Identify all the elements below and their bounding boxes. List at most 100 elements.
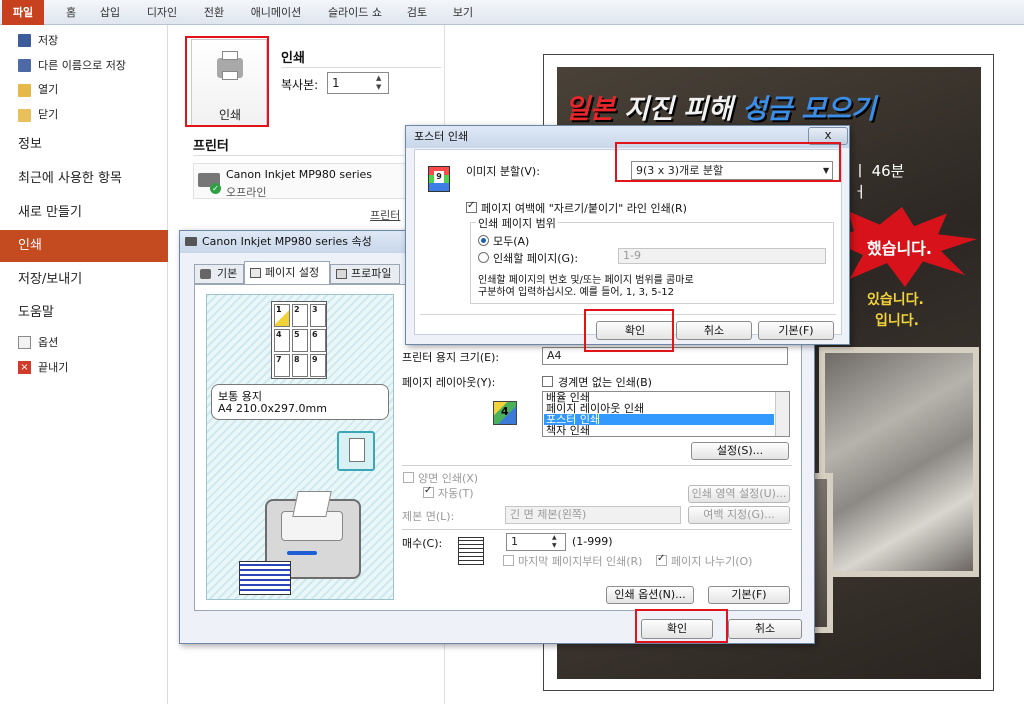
nav-help[interactable]: 도움말 (0, 297, 168, 329)
printer-dropdown[interactable]: ✓ Canon Inkjet MP980 series 오프라인 (193, 163, 433, 199)
slide-photo-right (819, 347, 979, 577)
poster-print-dialog: 포스터 인쇄 x 9 이미지 분할(V): 9(3 x 3)개로 분할 ▼ 페이… (405, 125, 850, 352)
dialog-copies-spinner[interactable]: ▲ ▼ (552, 534, 557, 550)
exit-icon: × (18, 361, 31, 374)
tab-file[interactable]: 파일 (2, 0, 44, 25)
properties-cancel-button[interactable]: 취소 (728, 619, 802, 639)
ribbon-tab-bar: 파일 홈 삽입 디자인 전환 애니메이션 슬라이드 쇼 검토 보기 (0, 0, 1024, 25)
highlight-print-button (185, 36, 269, 127)
reverse-order-checkbox[interactable] (503, 555, 514, 566)
cut-lines-checkbox[interactable] (466, 200, 477, 213)
nav-open[interactable]: 열기 (0, 79, 168, 101)
page-setup-defaults-button[interactable]: 기본(F) (708, 586, 790, 604)
nav-save-label: 저장 (38, 34, 59, 47)
nav-exit-label: 끝내기 (38, 361, 69, 374)
copies-spinner[interactable]: ▲ ▼ (376, 74, 381, 92)
tab-view[interactable]: 보기 (448, 0, 478, 25)
divider (402, 465, 792, 466)
nav-exit[interactable]: × 끝내기 (0, 357, 168, 379)
range-help-line2: 구분하여 입력하십시오. 예를 들어, 1, 3, 5-12 (478, 287, 675, 298)
split-label: 이미지 분할(V): (466, 165, 540, 178)
profile-tab-icon (336, 269, 347, 279)
page-layout-listbox[interactable]: 배율 인쇄 페이지 레이아웃 인쇄 포스터 인쇄 책자 인쇄 (542, 391, 790, 437)
collate-label: 페이지 나누기(O) (671, 555, 753, 568)
binding-side-select[interactable]: 긴 면 제본(왼쪽) (505, 506, 681, 524)
nav-close[interactable]: 닫기 (0, 104, 168, 126)
slide-title-part1: 일본 (565, 94, 615, 125)
nav-save-send[interactable]: 저장/보내기 (0, 264, 168, 296)
poster-cancel-button[interactable]: 취소 (676, 321, 752, 340)
dialog-copies-label: 매수(C): (402, 537, 443, 550)
tab-transitions[interactable]: 전환 (196, 0, 232, 25)
paper-info-box: 보통 용지 A4 210.0x297.0mm (211, 384, 389, 420)
printer-properties-link[interactable]: 프린터 (370, 207, 400, 223)
print-area-button[interactable]: 인쇄 영역 설정(U)... (688, 485, 790, 503)
paper-size: A4 210.0x297.0mm (218, 402, 327, 415)
tab-profile[interactable]: 프로파일 (330, 264, 400, 284)
range-pages-input[interactable]: 1-9 (618, 248, 826, 264)
borderless-checkbox[interactable] (542, 376, 553, 387)
reverse-order-label: 마지막 페이지부터 인쇄(R) (518, 555, 643, 568)
tab-slideshow[interactable]: 슬라이드 쇼 (320, 0, 390, 25)
layout-settings-button[interactable]: 설정(S)... (691, 442, 789, 460)
nav-options-label: 옵션 (38, 336, 59, 349)
print-section-title: 인쇄 (281, 51, 305, 66)
nav-open-label: 열기 (38, 83, 59, 96)
divider (402, 529, 792, 530)
slide-text-line4: 입니다. (875, 313, 919, 329)
nav-info[interactable]: 정보 (0, 129, 168, 161)
range-all-radio[interactable] (478, 235, 489, 246)
margin-button[interactable]: 여백 지정(G)... (688, 506, 790, 524)
nav-save-as[interactable]: 다른 이름으로 저장 (0, 55, 168, 77)
folder-close-icon (18, 109, 31, 122)
tab-animations[interactable]: 애니메이션 (244, 0, 308, 25)
printer-properties-title: Canon Inkjet MP980 series 속성 (202, 235, 372, 248)
divider (193, 155, 433, 156)
tab-home[interactable]: 홈 (56, 0, 86, 25)
nav-options[interactable]: 옵션 (0, 332, 168, 354)
auto-duplex-checkbox[interactable] (423, 485, 434, 498)
highlight-properties-ok (635, 609, 728, 643)
slide-title-part3: 성금 모으기 (742, 94, 876, 125)
layout-option-booklet[interactable]: 책자 인쇄 (546, 425, 590, 436)
save-as-icon (18, 59, 31, 72)
layout-list-scrollbar[interactable] (775, 392, 789, 436)
tab-page-setup[interactable]: 페이지 설정 (244, 261, 330, 285)
print-options-button[interactable]: 인쇄 옵션(N)... (606, 586, 694, 604)
poster-split-icon: 9 (428, 166, 450, 192)
printer-header: 프린터 (193, 139, 229, 154)
tab-review[interactable]: 검토 (402, 0, 432, 25)
collate-checkbox[interactable] (656, 553, 667, 566)
cut-lines-label: 페이지 여백에 "자르기/붙이기" 라인 인쇄(R) (481, 202, 687, 215)
tab-design[interactable]: 디자인 (140, 0, 184, 25)
printer-status: 오프라인 (226, 186, 267, 199)
duplex-checkbox[interactable] (403, 472, 414, 483)
poster-grid-preview: 1 2 3 4 5 6 7 8 9 (271, 301, 327, 379)
binding-side-label: 제본 면(L): (402, 510, 455, 523)
printer-title-icon (185, 237, 197, 246)
printer-name: Canon Inkjet MP980 series (226, 168, 373, 181)
nav-recent[interactable]: 최근에 사용한 항목 (0, 163, 168, 195)
layout-preview-pane: 1 2 3 4 5 6 7 8 9 보통 용지 A4 210.0x297.0mm (206, 294, 394, 600)
slide-text-line2: ㅓ (853, 183, 867, 201)
copies-label: 복사본: (281, 78, 319, 92)
highlight-split-select (615, 142, 841, 182)
page-layout-label: 페이지 레이아웃(Y): (402, 376, 496, 389)
tab-basic[interactable]: 기본 (194, 264, 244, 284)
dialog-copies-input[interactable]: 1 (506, 533, 566, 551)
slide-text-line3: 있습니다. (867, 292, 924, 308)
output-sheet-illustration (239, 561, 291, 595)
slide-title: 일본 지진 피해 성금 모으기 (565, 87, 876, 126)
tab-insert[interactable]: 삽입 (92, 0, 128, 25)
paper-path-arrow (287, 551, 317, 555)
slide-text-line1: ㅣ 46분 (853, 162, 905, 180)
status-check-icon: ✓ (210, 183, 221, 194)
nav-save[interactable]: 저장 (0, 30, 168, 52)
range-pages-radio[interactable] (478, 252, 489, 263)
tab-page-setup-label: 페이지 설정 (265, 266, 320, 279)
borderless-label: 경계면 없는 인쇄(B) (558, 376, 652, 389)
nav-new[interactable]: 새로 만들기 (0, 197, 168, 229)
nav-close-label: 닫기 (38, 108, 59, 121)
poster-defaults-button[interactable]: 기본(F) (758, 321, 834, 340)
nav-print[interactable]: 인쇄 (0, 230, 168, 262)
